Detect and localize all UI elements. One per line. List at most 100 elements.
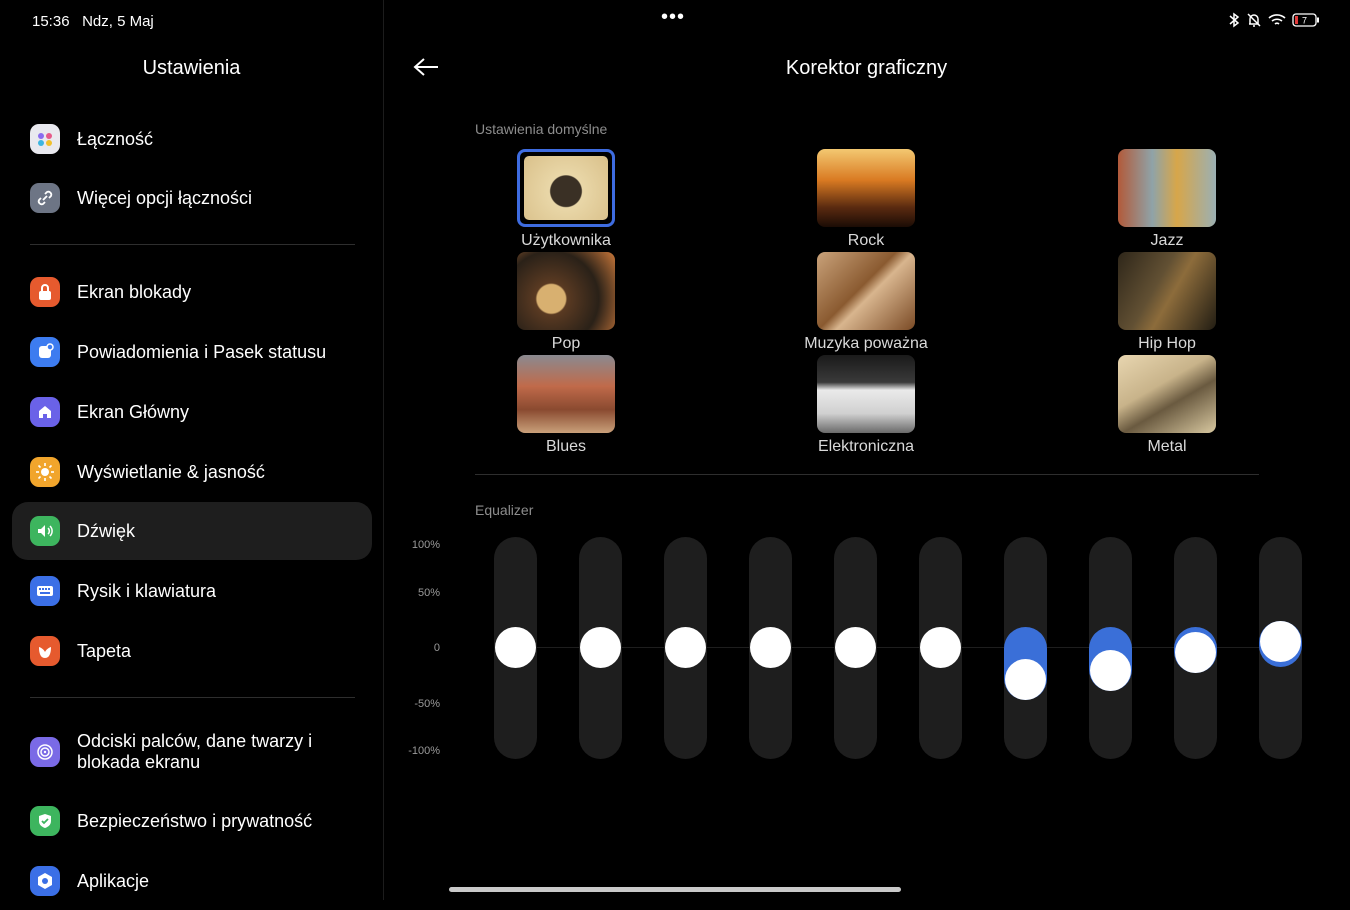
- keyboard-icon: [30, 576, 60, 606]
- eq-band-knob[interactable]: [665, 626, 706, 668]
- eq-band-slider[interactable]: [1004, 537, 1047, 759]
- sidebar-title: Ustawienia: [142, 57, 241, 79]
- apps-icon: [30, 866, 60, 896]
- page-title: Korektor graficzny: [785, 57, 948, 79]
- eq-band-knob[interactable]: [580, 626, 621, 668]
- preset-thumbnail: [1118, 149, 1216, 227]
- sidebar-item-label: Dźwięk: [77, 520, 136, 541]
- preset-thumbnail: [517, 252, 615, 330]
- sun-icon: [30, 457, 60, 487]
- shield-icon: [30, 806, 60, 836]
- preset-electronic[interactable]: Elektroniczna: [776, 355, 956, 456]
- eq-band-knob[interactable]: [495, 626, 536, 668]
- y-tick-label: -50%: [414, 698, 440, 710]
- preset-label: Hip Hop: [1138, 335, 1196, 352]
- preset-classical[interactable]: Muzyka poważna: [776, 252, 956, 353]
- sidebar-item-label: Odciski palców, dane twarzy i blokada ek…: [77, 731, 313, 772]
- preset-label: Metal: [1147, 438, 1187, 455]
- eq-band-knob[interactable]: [835, 626, 876, 668]
- sidebar-item-more-connectivity[interactable]: Więcej opcji łączności: [12, 169, 372, 227]
- eq-band-slider[interactable]: [749, 537, 792, 759]
- home-indicator[interactable]: [449, 887, 901, 892]
- eq-band-slider[interactable]: [919, 537, 962, 759]
- sidebar-item-security[interactable]: Bezpieczeństwo i prywatność: [12, 792, 372, 850]
- eq-band-slider[interactable]: [1174, 537, 1217, 759]
- preset-label: Pop: [551, 335, 581, 352]
- preset-thumbnail: [817, 252, 915, 330]
- sidebar-divider: [30, 244, 355, 245]
- eq-band-knob[interactable]: [1175, 631, 1216, 673]
- sidebar-item-sound[interactable]: Dźwięk: [12, 502, 372, 560]
- preset-metal[interactable]: Metal: [1077, 355, 1257, 456]
- eq-band-slider[interactable]: [579, 537, 622, 759]
- preset-label: Rock: [847, 232, 885, 249]
- preset-label: Użytkownika: [521, 232, 611, 249]
- sidebar-item-label: Tapeta: [77, 640, 132, 661]
- y-tick-label: 50%: [417, 587, 440, 599]
- sidebar-item-notifications[interactable]: Powiadomienia i Pasek statusu: [12, 323, 372, 381]
- preset-pop[interactable]: Pop: [476, 252, 656, 353]
- y-tick-label: -100%: [408, 745, 440, 757]
- preset-label: Jazz: [1150, 232, 1184, 249]
- sidebar-item-label: Aplikacje: [77, 870, 150, 891]
- eq-band-knob[interactable]: [920, 626, 961, 668]
- connectivity-icon: [30, 124, 60, 154]
- sidebar-item-connectivity[interactable]: Łączność: [12, 110, 372, 168]
- sidebar-item-label: Powiadomienia i Pasek statusu: [77, 341, 327, 362]
- sidebar-item-home-screen[interactable]: Ekran Główny: [12, 383, 372, 441]
- status-icons: 7: [1228, 12, 1320, 28]
- eq-band-slider[interactable]: [1259, 537, 1302, 759]
- eq-band-slider[interactable]: [1089, 537, 1132, 759]
- preset-hiphop[interactable]: Hip Hop: [1077, 252, 1257, 353]
- section-divider: [475, 474, 1259, 475]
- sidebar-item-label: Ekran Główny: [77, 401, 190, 422]
- sidebar-item-label: Więcej opcji łączności: [77, 187, 253, 208]
- eq-band-knob[interactable]: [750, 626, 791, 668]
- sidebar-item-label: Łączność: [77, 128, 154, 149]
- preset-thumbnail: [1118, 355, 1216, 433]
- wifi-icon: [1268, 14, 1286, 25]
- fingerprint-icon: [30, 737, 60, 767]
- eq-band-slider[interactable]: [494, 537, 537, 759]
- sidebar-item-label: Bezpieczeństwo i prywatność: [77, 810, 313, 831]
- sidebar-item-fingerprint[interactable]: Odciski palców, dane twarzy i blokada ek…: [12, 723, 372, 781]
- sidebar: Ustawienia Łączność Więcej opcji łącznoś…: [0, 0, 384, 900]
- preset-thumbnail: [517, 149, 615, 227]
- preset-thumbnail: [817, 149, 915, 227]
- sidebar-item-lock-screen[interactable]: Ekran blokady: [12, 263, 372, 321]
- eq-band-knob[interactable]: [1090, 649, 1131, 691]
- eq-band-slider[interactable]: [664, 537, 707, 759]
- home-icon: [30, 397, 60, 427]
- speaker-icon: [30, 516, 60, 546]
- sidebar-item-stylus-keyboard[interactable]: Rysik i klawiatura: [12, 562, 372, 620]
- more-options-icon[interactable]: •••: [661, 6, 685, 29]
- presets-section-label: Ustawienia domyślne: [475, 121, 608, 137]
- preset-blues[interactable]: Blues: [476, 355, 656, 456]
- preset-thumbnail: [1118, 252, 1216, 330]
- sidebar-item-label: Ekran blokady: [77, 281, 192, 302]
- eq-band-slider[interactable]: [834, 537, 877, 759]
- y-tick-label: 0: [433, 642, 440, 654]
- battery-icon: 7: [1292, 13, 1319, 27]
- svg-text:7: 7: [1302, 16, 1307, 26]
- preset-label: Blues: [545, 438, 587, 455]
- preset-user[interactable]: Użytkownika: [476, 149, 656, 250]
- sidebar-item-label: Rysik i klawiatura: [77, 580, 217, 601]
- sidebar-divider: [30, 697, 355, 698]
- sidebar-item-wallpaper[interactable]: Tapeta: [12, 622, 372, 680]
- bell-muted-icon: [1247, 13, 1261, 27]
- wallpaper-icon: [30, 636, 60, 666]
- eq-band-knob[interactable]: [1005, 659, 1046, 701]
- sidebar-item-label: Wyświetlanie & jasność: [77, 461, 265, 482]
- sidebar-item-apps[interactable]: Aplikacje: [12, 852, 372, 910]
- y-tick-label: 100%: [411, 539, 440, 551]
- sidebar-item-display[interactable]: Wyświetlanie & jasność: [12, 443, 372, 501]
- preset-thumbnail: [517, 355, 615, 433]
- preset-label: Elektroniczna: [817, 438, 915, 455]
- equalizer-section-label: Equalizer: [475, 502, 534, 518]
- preset-label: Muzyka poważna: [804, 335, 928, 352]
- preset-jazz[interactable]: Jazz: [1077, 149, 1257, 250]
- lock-icon: [30, 277, 60, 307]
- preset-rock[interactable]: Rock: [776, 149, 956, 250]
- link-icon: [30, 183, 60, 213]
